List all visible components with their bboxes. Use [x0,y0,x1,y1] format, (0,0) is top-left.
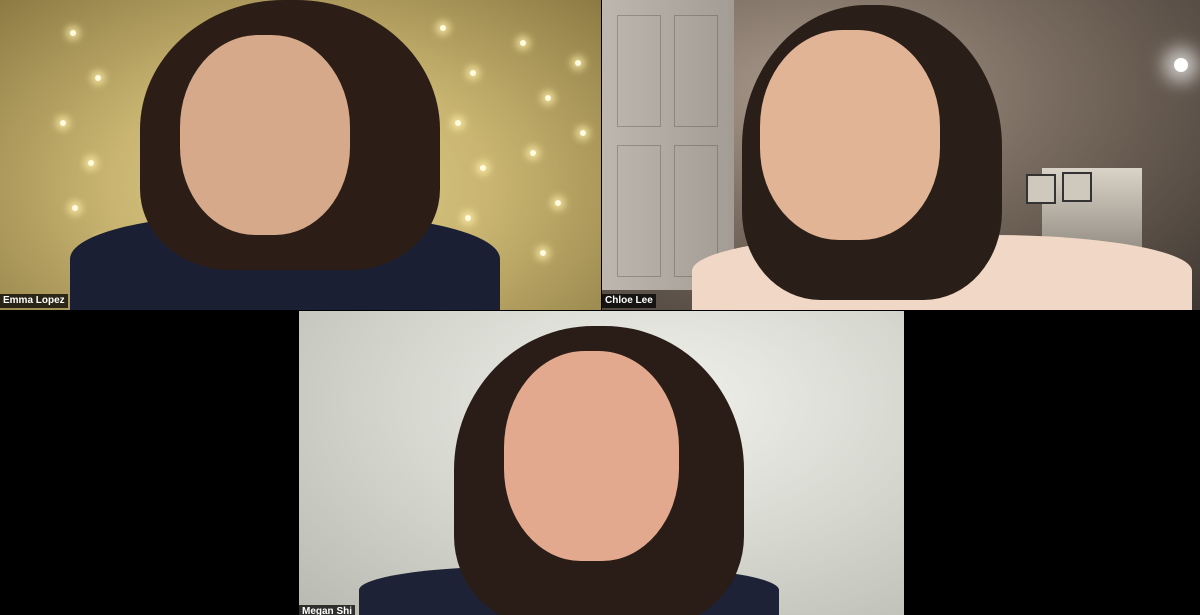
participant-name-label: Megan Shi [299,605,356,615]
door-background [602,0,734,290]
ceiling-light [1174,58,1188,72]
video-tile-emma[interactable]: Emma Lopez [0,0,601,310]
participant-name-label: Chloe Lee [602,294,656,308]
video-tile-chloe[interactable]: Chloe Lee [602,0,1200,310]
participant-name-label: Emma Lopez [0,294,68,308]
video-tile-megan[interactable]: Megan Shi [299,311,904,615]
